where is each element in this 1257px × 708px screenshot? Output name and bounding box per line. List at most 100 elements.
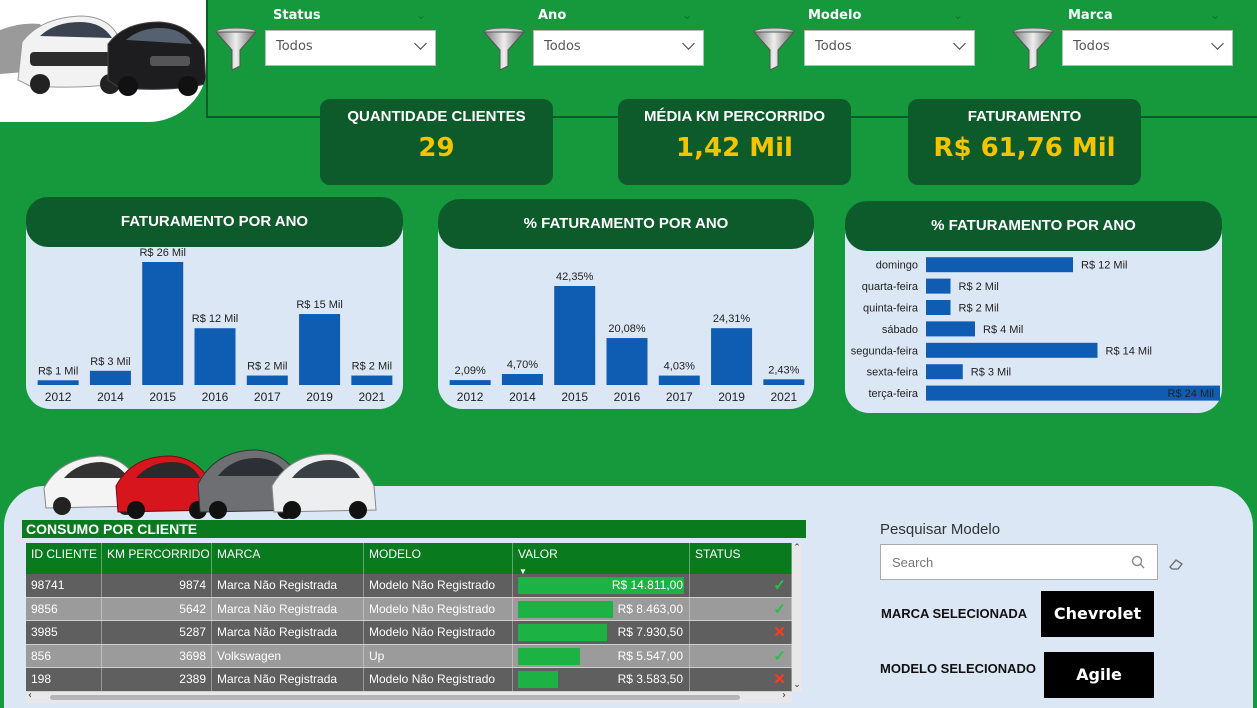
bar[interactable] (606, 338, 648, 385)
eraser-icon[interactable] (1168, 555, 1184, 574)
kpi-card-km: MÉDIA KM PERCORRIDO 1,42 Mil (618, 99, 851, 185)
bar[interactable] (246, 375, 288, 385)
logo-cars-image (0, 0, 208, 122)
search-box[interactable] (880, 544, 1158, 580)
status-filter-select[interactable]: Todos (265, 30, 436, 66)
search-icon[interactable] (1131, 554, 1145, 573)
bar[interactable] (142, 262, 184, 385)
table-row[interactable]: 856 3698 Volkswagen Up R$ 5.547,00 ✓ (26, 644, 792, 668)
data-label: 2,09% (455, 365, 486, 377)
valor-text: R$ 3.583,50 (617, 672, 683, 686)
check-icon: ✓ (690, 597, 792, 620)
cars-image (40, 444, 380, 520)
scroll-down-icon[interactable]: ⌄ (792, 680, 802, 690)
table-cell-id: 856 (26, 644, 102, 667)
x-icon: ✕ (690, 621, 792, 644)
kpi-value: 1,42 Mil (676, 133, 793, 163)
chevron-down-icon[interactable]: ⌄ (682, 8, 692, 22)
table-cell-id: 9856 (26, 597, 102, 620)
kpi-card-clientes: QUANTIDADE CLIENTES 29 (320, 99, 553, 185)
bar[interactable] (194, 328, 236, 385)
column-header-modelo[interactable]: MODELO (364, 543, 513, 574)
chevron-down-icon[interactable]: ⌄ (416, 8, 426, 22)
modelo-selecionado-label: MODELO SELECIONADO (880, 661, 1037, 676)
bar[interactable] (89, 370, 131, 385)
data-label: 2,43% (768, 364, 799, 376)
bar-chart-pct-faturamento-ano: 2,09% 2012 4,70% 2014 42,35% 2015 20,08% 2016 4,… (449, 271, 805, 404)
y-tick-label: sexta-feira (867, 367, 919, 379)
marca-selecionada-card: Chevrolet (1041, 591, 1154, 637)
table-cell-id: 3985 (26, 621, 102, 644)
table-cell-id: 98741 (26, 574, 102, 597)
table-row[interactable]: 198 2389 Marca Não Registrada Modelo Não Re… (26, 668, 792, 692)
bar[interactable] (763, 379, 805, 385)
vertical-scrollbar[interactable]: ⌃ ⌄ (792, 543, 802, 692)
column-header-marca[interactable]: MARCA (212, 543, 364, 574)
bar[interactable] (926, 364, 963, 380)
bar[interactable] (554, 286, 596, 385)
search-slicer-title: Pesquisar Modelo (880, 521, 1001, 538)
table-cell-km: 2389 (102, 668, 212, 691)
bar[interactable] (658, 375, 700, 385)
ano-filter-label: Ano (538, 8, 567, 23)
data-label: R$ 2 Mil (247, 361, 287, 373)
column-header-status[interactable]: STATUS (690, 543, 792, 574)
status-filter-label: Status (273, 8, 321, 23)
data-label: R$ 15 Mil (296, 299, 342, 311)
chevron-down-icon[interactable]: ⌄ (1210, 8, 1220, 22)
chevron-down-icon[interactable]: ⌄ (953, 8, 963, 22)
data-label: R$ 4 Mil (983, 324, 1023, 336)
bar[interactable] (449, 380, 491, 385)
chart-card-faturamento-dia: % FATURAMENTO POR ANO domingo R$ 12 Mil qu… (845, 201, 1222, 413)
column-header-km[interactable]: KM PERCORRIDO (102, 543, 212, 574)
bar[interactable] (351, 375, 393, 385)
valor-text: R$ 8.463,00 (617, 601, 683, 616)
column-header-id[interactable]: ID CLIENTE (26, 543, 102, 574)
bar[interactable] (926, 257, 1073, 273)
scroll-right-icon[interactable]: › (782, 690, 786, 701)
x-tick-label: 2019 (718, 390, 745, 404)
table-row[interactable]: 98741 9874 Marca Não Registrada Modelo Não … (26, 574, 792, 598)
table-row[interactable]: 3985 5287 Marca Não Registrada Modelo Não R… (26, 621, 792, 645)
filter-icon (1011, 26, 1055, 72)
column-header-valor[interactable]: VALOR ▼ (513, 543, 690, 574)
kpi-value: R$ 61,76 Mil (933, 133, 1116, 163)
bar[interactable] (926, 278, 951, 294)
value-bar (518, 624, 607, 641)
x-tick-label: 2015 (561, 390, 588, 404)
bar[interactable] (926, 321, 975, 337)
x-tick-label: 2014 (97, 390, 124, 404)
status-filter-value: Todos (276, 39, 313, 54)
horizontal-scrollbar[interactable]: ‹ › (26, 690, 792, 703)
table-cell-km: 9874 (102, 574, 212, 597)
scroll-up-icon[interactable]: ⌃ (792, 543, 802, 553)
bar[interactable] (926, 300, 951, 315)
bar[interactable] (501, 374, 543, 385)
x-tick-label: 2021 (771, 390, 798, 404)
horizontal-scroll-thumb[interactable] (50, 695, 740, 700)
search-input[interactable] (882, 546, 1122, 578)
filter-icon (482, 26, 526, 72)
kpi-value: 29 (418, 133, 455, 163)
table-cell-modelo: Modelo Não Registrado (364, 574, 513, 597)
data-label: 24,31% (713, 313, 751, 325)
x-icon: ✕ (690, 668, 792, 691)
x-tick-label: 2017 (666, 390, 693, 404)
kpi-card-faturamento: FATURAMENTO R$ 61,76 Mil (908, 99, 1141, 185)
check-icon: ✓ (690, 574, 792, 597)
value-bar (518, 671, 559, 688)
marca-filter-value: Todos (1073, 39, 1110, 54)
table-row[interactable]: 9856 5642 Marca Não Registrada Modelo Não R… (26, 597, 792, 621)
valor-text: R$ 5.547,00 (617, 648, 683, 663)
ano-filter-select[interactable]: Todos (533, 30, 704, 66)
bar[interactable] (37, 380, 79, 385)
scroll-left-icon[interactable]: ‹ (28, 690, 32, 701)
marca-filter-select[interactable]: Todos (1062, 30, 1233, 66)
bar[interactable] (711, 328, 753, 385)
y-tick-label: quinta-feira (863, 303, 919, 315)
bar[interactable] (299, 314, 341, 385)
modelo-filter-select[interactable]: Todos (804, 30, 975, 66)
bar[interactable] (926, 342, 1098, 358)
check-icon: ✓ (690, 644, 792, 667)
chevron-down-icon (953, 37, 966, 50)
